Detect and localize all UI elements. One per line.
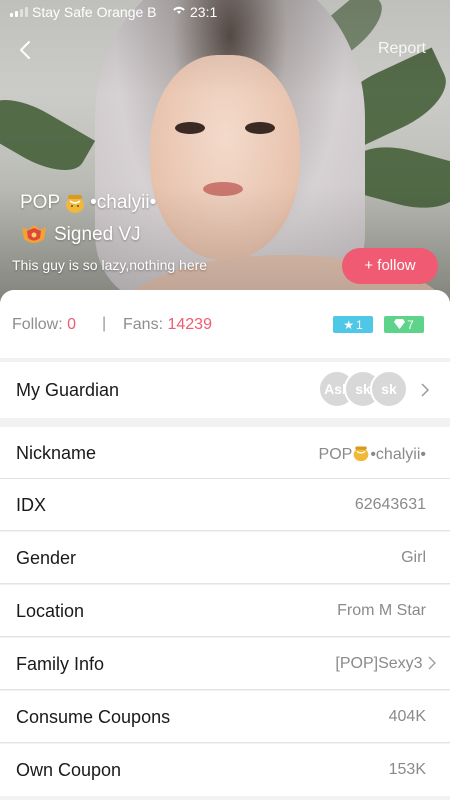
gem-level-value: 7: [407, 317, 414, 332]
fans-value: 14239: [167, 316, 212, 333]
name-prefix: POP: [20, 192, 61, 213]
star-icon: ★: [343, 317, 355, 332]
stats-bar: Follow: 0 | Fans: 14239 ★ 1 7: [0, 290, 450, 358]
own-coupon-label: Own Coupon: [16, 760, 122, 780]
idx-value: 62643631: [354, 496, 426, 513]
gender-row: Gender Girl: [0, 532, 450, 584]
guardian-row[interactable]: My Guardian Ask sk sk: [0, 362, 450, 418]
family-info-text: [POP]Sexy3: [335, 655, 423, 672]
honey-pot-icon: [352, 444, 370, 462]
signed-vj-badge-icon: [20, 223, 48, 247]
family-info-value: [POP]Sexy3: [335, 655, 436, 673]
fans-count[interactable]: Fans: 14239: [123, 316, 212, 334]
idx-row: IDX 62643631: [0, 479, 450, 531]
carrier-name: Stay Safe Orange B: [32, 4, 157, 20]
status-bar: Stay Safe Orange B 23:1: [0, 0, 450, 24]
nickname-prefix: POP: [318, 446, 353, 463]
own-coupon-value: 153K: [388, 761, 426, 778]
gem-icon: [394, 318, 406, 332]
consume-coupons-label: Consume Coupons: [16, 707, 171, 727]
family-info-label: Family Info: [16, 654, 105, 674]
location-value: From M Star: [337, 602, 426, 619]
consume-coupons-row: Consume Coupons 404K: [0, 691, 450, 743]
nickname-label: Nickname: [16, 443, 97, 463]
back-chevron-icon[interactable]: [16, 40, 36, 60]
stats-separator: |: [102, 315, 107, 332]
gem-level-badge: 7: [384, 316, 424, 333]
gender-value: Girl: [401, 549, 426, 566]
follow-button[interactable]: + follow: [342, 248, 438, 284]
location-label: Location: [16, 601, 85, 621]
wifi-icon: [172, 3, 186, 18]
star-level-value: 1: [356, 317, 363, 332]
signal-icon: [10, 7, 28, 17]
chevron-right-icon: [420, 382, 430, 398]
profile-details-card: Follow: 0 | Fans: 14239 ★ 1 7 My Guardia…: [0, 290, 450, 800]
guardian-label: My Guardian: [16, 380, 120, 400]
name-suffix: •chalyii•: [90, 192, 157, 213]
star-level-badge: ★ 1: [333, 316, 373, 333]
family-info-row[interactable]: Family Info [POP]Sexy3: [0, 638, 450, 690]
honey-pot-icon: [64, 192, 86, 214]
avatar: sk: [370, 370, 408, 408]
nickname-row: Nickname POP •chalyii•: [0, 427, 450, 479]
display-name: POP •chalyii•: [20, 192, 156, 214]
bio-text: This guy is so lazy,nothing here: [12, 257, 208, 273]
location-row: Location From M Star: [0, 585, 450, 637]
own-coupon-row: Own Coupon 153K: [0, 744, 450, 796]
follow-count[interactable]: Follow: 0: [12, 316, 76, 334]
chevron-right-icon: [428, 656, 436, 670]
gender-label: Gender: [16, 548, 77, 568]
consume-coupons-value: 404K: [388, 708, 426, 725]
follow-value: 0: [67, 316, 77, 333]
follow-label: Follow:: [12, 316, 63, 333]
report-button[interactable]: Report: [378, 40, 426, 58]
idx-label: IDX: [16, 495, 47, 515]
fans-label: Fans:: [123, 316, 164, 333]
nickname-value: POP •chalyii•: [319, 444, 426, 464]
signed-vj-row: Signed VJ: [20, 223, 141, 247]
guardian-avatars: Ask sk sk: [318, 370, 408, 408]
nickname-suffix: •chalyii•: [370, 446, 426, 463]
status-time: 23:1: [190, 4, 218, 20]
signed-vj-label: Signed VJ: [54, 224, 141, 245]
